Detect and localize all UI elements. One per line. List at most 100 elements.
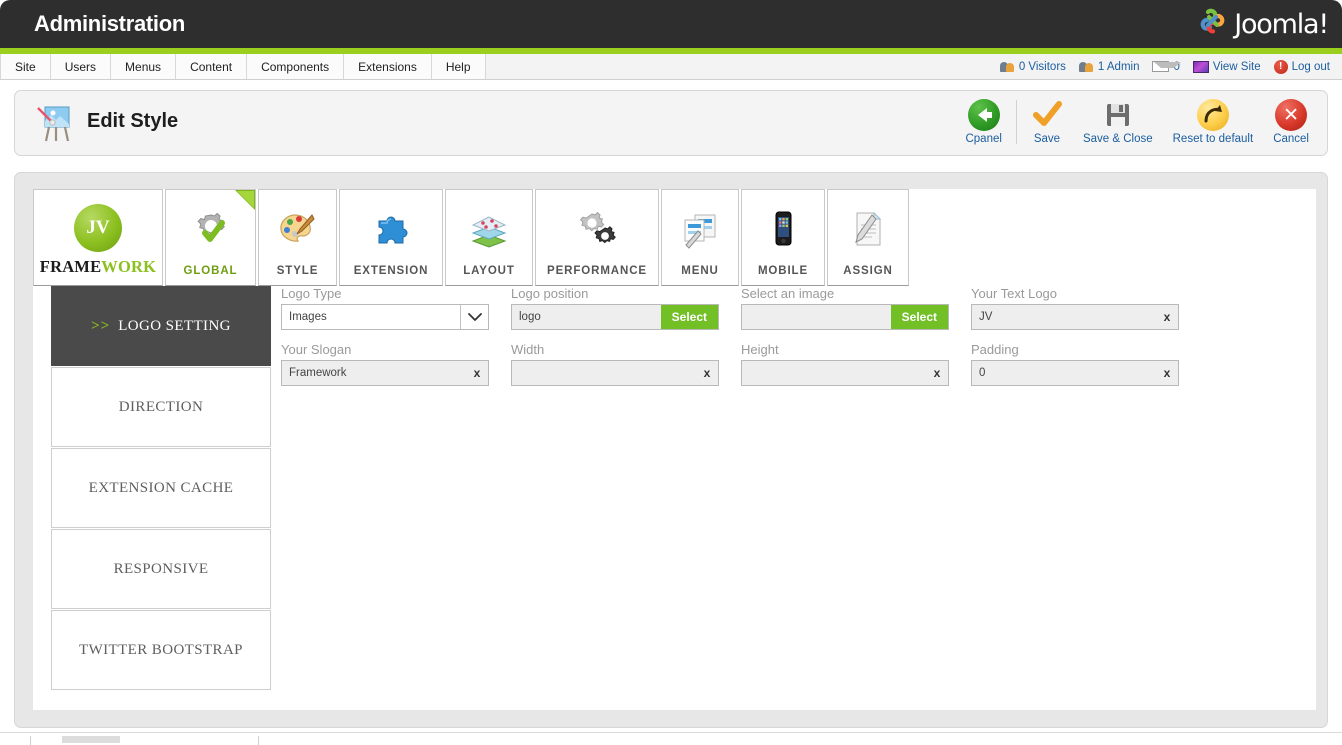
layers-map-icon xyxy=(467,209,511,256)
tab-layout-label: LAYOUT xyxy=(463,265,515,277)
cancel-label: Cancel xyxy=(1273,133,1309,145)
menu-item-content[interactable]: Content xyxy=(176,54,248,79)
page-title-panel: Edit Style Cpanel Save Save & Close Rese… xyxy=(14,90,1328,156)
status-view-site[interactable]: View Site xyxy=(1192,60,1261,73)
chevron-down-icon[interactable] xyxy=(460,305,488,329)
select-an-image-select-button[interactable]: Select xyxy=(890,305,948,329)
width-clear-icon[interactable]: x xyxy=(696,361,718,385)
easel-template-icon xyxy=(33,103,79,145)
save-close-label: Save & Close xyxy=(1082,133,1153,145)
page-title: Edit Style xyxy=(87,110,179,132)
tab-framework[interactable]: JV FRAMEWORK xyxy=(33,189,163,286)
tab-extension-label: EXTENSION xyxy=(353,265,429,277)
chevron-right-icon: >> xyxy=(91,317,111,334)
tab-performance-label: PERFORMANCE xyxy=(547,265,647,277)
main-menu-bar: Site Users Menus Content Components Exte… xyxy=(0,54,1342,80)
menu-item-help[interactable]: Help xyxy=(431,54,486,79)
tab-global-label: GLOBAL xyxy=(183,265,238,277)
cancel-button[interactable]: ✕ Cancel xyxy=(1263,95,1319,145)
document-pen-icon xyxy=(846,209,890,256)
tab-framework-label: FRAMEWORK xyxy=(40,257,156,277)
field-your-slogan-label: Your Slogan xyxy=(281,342,352,357)
menu-item-site[interactable]: Site xyxy=(0,54,51,79)
height-input[interactable] xyxy=(742,361,926,385)
field-select-an-image-label: Select an image xyxy=(741,286,835,301)
field-width: Width x xyxy=(511,342,719,386)
width-input[interactable] xyxy=(512,361,696,385)
logout-icon: ! xyxy=(1273,59,1288,74)
save-button[interactable]: Save xyxy=(1021,95,1073,145)
sidebar-item-logo-setting[interactable]: >> LOGO SETTING xyxy=(51,286,271,366)
footer-placeholder-block xyxy=(62,736,120,743)
field-your-slogan: Your Slogan Framework x xyxy=(281,342,489,386)
menu-item-extensions[interactable]: Extensions xyxy=(344,54,432,79)
tab-layout[interactable]: LAYOUT xyxy=(445,189,533,286)
yellow-redo-arrow-icon xyxy=(1196,99,1229,131)
form-row-1: Logo Type Images Logo position logo Sele… xyxy=(281,286,1301,330)
sidebar-item-responsive[interactable]: RESPONSIVE xyxy=(51,529,271,609)
your-text-logo-input[interactable]: JV xyxy=(972,305,1156,329)
sidebar-item-twitter-bootstrap-label: TWITTER BOOTSTRAP xyxy=(79,641,243,658)
framework-label-dark: FRAME xyxy=(39,257,102,276)
logo-position-input[interactable]: logo xyxy=(512,305,661,329)
cpanel-button[interactable]: Cpanel xyxy=(955,95,1011,145)
palette-brush-icon xyxy=(276,209,320,256)
sidebar-item-extension-cache[interactable]: EXTENSION CACHE xyxy=(51,448,271,528)
field-logo-type-label: Logo Type xyxy=(281,286,342,301)
tab-menu[interactable]: MENU xyxy=(661,189,739,286)
menu-item-users[interactable]: Users xyxy=(50,54,112,79)
framework-label-green: WORK xyxy=(101,257,157,276)
field-padding-label: Padding xyxy=(971,342,1019,357)
status-visitors[interactable]: 0 Visitors xyxy=(999,60,1066,73)
logout-label: Log out xyxy=(1291,60,1330,73)
field-logo-position-label: Logo position xyxy=(511,286,589,301)
tab-assign[interactable]: ASSIGN xyxy=(827,189,909,286)
status-messages[interactable]: 0 xyxy=(1152,61,1182,73)
tab-style-label: STYLE xyxy=(276,265,319,277)
status-logout[interactable]: ! Log out xyxy=(1273,59,1330,74)
tab-global[interactable]: GLOBAL xyxy=(165,189,256,286)
field-height: Height x xyxy=(741,342,949,386)
menu-spacer xyxy=(486,54,1000,79)
form-row-2: Your Slogan Framework x Width x Height x… xyxy=(281,342,1301,386)
puzzle-piece-icon xyxy=(369,209,413,256)
status-admins[interactable]: 1 Admin xyxy=(1078,60,1139,73)
tab-style[interactable]: STYLE xyxy=(258,189,337,286)
visitors-label: 0 Visitors xyxy=(1018,60,1066,73)
toolbar-divider xyxy=(1015,100,1017,144)
field-logo-type: Logo Type Images xyxy=(281,286,489,330)
field-padding: Padding 0 x xyxy=(971,342,1179,386)
field-logo-position: Logo position logo Select xyxy=(511,286,719,330)
status-strip: 0 Visitors 1 Admin 0 View Site ! Log out xyxy=(999,54,1342,79)
menu-pencil-icon xyxy=(678,209,722,256)
logo-setting-form: Logo Type Images Logo position logo Sele… xyxy=(281,286,1301,398)
save-close-button[interactable]: Save & Close xyxy=(1073,95,1163,145)
logo-type-value[interactable]: Images xyxy=(282,305,460,329)
field-your-text-logo-label: Your Text Logo xyxy=(971,286,1058,301)
reset-to-default-label: Reset to default xyxy=(1172,133,1254,145)
tab-performance[interactable]: PERFORMANCE xyxy=(535,189,659,286)
sidebar-item-direction[interactable]: DIRECTION xyxy=(51,367,271,447)
active-tab-ribbon-icon xyxy=(235,190,255,210)
logo-position-select-button[interactable]: Select xyxy=(660,305,718,329)
tab-extension[interactable]: EXTENSION xyxy=(339,189,443,286)
floppy-disk-icon xyxy=(1102,99,1134,131)
your-text-logo-clear-icon[interactable]: x xyxy=(1156,305,1178,329)
sidebar-item-twitter-bootstrap[interactable]: TWITTER BOOTSTRAP xyxy=(51,610,271,690)
menu-item-menus[interactable]: Menus xyxy=(111,54,177,79)
your-slogan-clear-icon[interactable]: x xyxy=(466,361,488,385)
sidebar-item-responsive-label: RESPONSIVE xyxy=(113,560,209,577)
jv-framework-logo-icon: JV xyxy=(74,204,122,252)
admin-users-icon xyxy=(1078,60,1094,73)
reset-to-default-button[interactable]: Reset to default xyxy=(1163,95,1264,145)
smartphone-icon xyxy=(761,209,805,256)
select-an-image-input[interactable] xyxy=(742,305,891,329)
menu-item-components[interactable]: Components xyxy=(247,54,345,79)
height-clear-icon[interactable]: x xyxy=(926,361,948,385)
sidebar-item-logo-setting-label: LOGO SETTING xyxy=(118,317,231,334)
settings-sidebar: >> LOGO SETTING DIRECTION EXTENSION CACH… xyxy=(51,286,271,691)
padding-input[interactable]: 0 xyxy=(972,361,1156,385)
tab-mobile[interactable]: MOBILE xyxy=(741,189,825,286)
your-slogan-input[interactable]: Framework xyxy=(282,361,466,385)
padding-clear-icon[interactable]: x xyxy=(1156,361,1178,385)
